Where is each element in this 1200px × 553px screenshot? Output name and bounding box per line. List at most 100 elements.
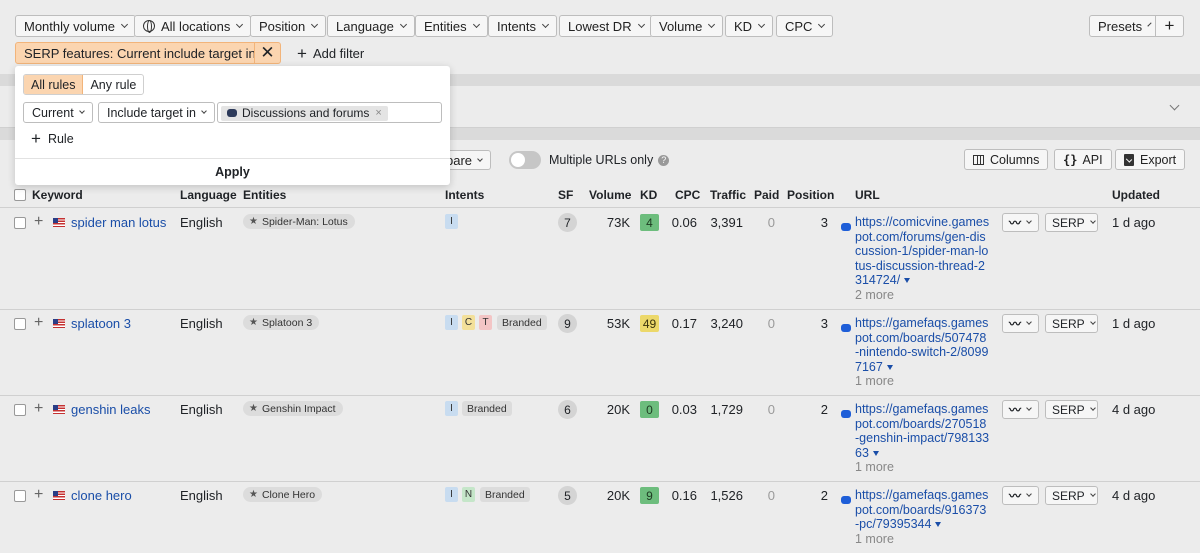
cpc-filter[interactable]: CPC — [776, 15, 834, 37]
volume-filter[interactable]: Volume — [650, 15, 724, 37]
more-urls-link[interactable]: 2 more — [855, 288, 894, 302]
serp-button[interactable]: SERP — [1045, 314, 1098, 333]
sf-badge[interactable]: 5 — [558, 486, 577, 505]
trend-button[interactable]: 〰 — [1002, 314, 1039, 333]
col-traffic[interactable]: Traffic — [710, 188, 746, 202]
table-header: Keyword Language Entities Intents SF Vol… — [0, 183, 1200, 208]
entity-chip[interactable]: ★ Splatoon 3 — [243, 315, 320, 330]
col-kd[interactable]: KD — [640, 188, 657, 202]
add-icon[interactable]: + — [34, 401, 43, 417]
presets-button[interactable]: Presets — [1089, 15, 1156, 37]
select-all-checkbox[interactable] — [14, 189, 26, 201]
keyword-link[interactable]: genshin leaks — [71, 402, 151, 417]
caret-down-icon[interactable] — [872, 450, 879, 456]
col-intents[interactable]: Intents — [445, 188, 484, 202]
entity-chip[interactable]: ★ Spider-Man: Lotus — [243, 214, 355, 229]
intents-filter[interactable]: Intents — [488, 15, 558, 37]
cpc-cell: 0.16 — [671, 488, 697, 503]
chevron-down-icon[interactable] — [1169, 100, 1180, 111]
paid-cell: 0 — [767, 215, 775, 230]
col-volume[interactable]: Volume — [589, 188, 631, 202]
entities-filter[interactable]: Entities — [415, 15, 488, 37]
sf-badge[interactable]: 9 — [558, 314, 577, 333]
add-preset-button[interactable]: + — [1155, 15, 1184, 37]
volume-cell: 20K — [606, 488, 630, 503]
trend-button[interactable]: 〰 — [1002, 486, 1039, 505]
keyword-link[interactable]: clone hero — [71, 488, 132, 503]
trend-button[interactable]: 〰 — [1002, 400, 1039, 419]
monthly-volume-dropdown[interactable]: Monthly volume — [15, 15, 137, 37]
multiple-urls-label: Multiple URLs only — [549, 153, 654, 167]
keyword-link[interactable]: splatoon 3 — [71, 316, 131, 331]
add-icon[interactable]: + — [34, 487, 43, 503]
chevron-down-icon — [1026, 491, 1032, 497]
export-button[interactable]: Export — [1115, 149, 1186, 170]
star-icon: ★ — [249, 403, 258, 414]
multiple-urls-toggle[interactable] — [509, 151, 541, 169]
caret-down-icon[interactable] — [904, 278, 911, 284]
col-keyword[interactable]: Keyword — [32, 188, 83, 202]
entity-chip[interactable]: ★ Genshin Impact — [243, 401, 343, 416]
trend-button[interactable]: 〰 — [1002, 213, 1039, 232]
lowest-dr-filter[interactable]: Lowest DR — [559, 15, 653, 37]
more-urls-link[interactable]: 1 more — [855, 374, 894, 388]
more-urls-link[interactable]: 1 more — [855, 460, 894, 474]
close-icon[interactable]: × — [375, 107, 381, 119]
col-sf[interactable]: SF — [558, 188, 573, 202]
row-checkbox[interactable] — [14, 404, 26, 416]
chevron-down-icon — [1026, 319, 1032, 325]
any-rule-option[interactable]: Any rule — [83, 75, 143, 94]
sf-badge[interactable]: 7 — [558, 213, 577, 232]
caret-down-icon[interactable] — [935, 522, 942, 528]
url-link[interactable]: https://gamefaqs.gamespot.com/boards/916… — [855, 488, 990, 532]
serp-feature-tag-input[interactable]: Discussions and forums × — [217, 102, 442, 123]
add-icon[interactable]: + — [34, 214, 43, 230]
col-language[interactable]: Language — [180, 188, 237, 202]
globe-icon — [143, 20, 155, 33]
add-icon[interactable]: + — [34, 315, 43, 331]
keyword-link[interactable]: spider man lotus — [71, 215, 166, 230]
col-url[interactable]: URL — [855, 188, 880, 202]
row-checkbox[interactable] — [14, 217, 26, 229]
close-icon[interactable]: ✕ — [254, 43, 280, 63]
locations-label: All locations — [161, 18, 231, 34]
us-flag-icon — [53, 319, 65, 328]
url-link[interactable]: https://gamefaqs.gamespot.com/boards/270… — [855, 402, 990, 460]
locations-dropdown[interactable]: All locations — [134, 15, 252, 37]
row-checkbox[interactable] — [14, 318, 26, 330]
sf-badge[interactable]: 6 — [558, 400, 577, 419]
col-entities[interactable]: Entities — [243, 188, 286, 202]
position-filter[interactable]: Position — [250, 15, 327, 37]
apply-button[interactable]: Apply — [15, 158, 450, 185]
add-rule-button[interactable]: + Rule — [31, 130, 74, 147]
col-updated[interactable]: Updated — [1112, 188, 1160, 202]
chevron-down-icon — [236, 20, 244, 29]
url-link[interactable]: https://gamefaqs.gamespot.com/boards/507… — [855, 316, 990, 374]
caret-down-icon[interactable] — [886, 364, 893, 370]
url-link[interactable]: https://comicvine.gamespot.com/forums/ge… — [855, 215, 990, 288]
active-serp-filter-chip[interactable]: SERP features: Current include target in… — [15, 42, 281, 64]
current-select[interactable]: Current — [23, 102, 93, 123]
add-filter-button[interactable]: + Add filter — [297, 45, 364, 62]
serp-button[interactable]: SERP — [1045, 486, 1098, 505]
cpc-cell: 0.06 — [671, 215, 697, 230]
col-paid[interactable]: Paid — [754, 188, 779, 202]
kd-badge: 4 — [640, 214, 659, 231]
columns-button[interactable]: Columns — [964, 149, 1049, 170]
col-cpc[interactable]: CPC — [675, 188, 700, 202]
entity-chip[interactable]: ★ Clone Hero — [243, 487, 323, 502]
all-rules-option[interactable]: All rules — [24, 75, 84, 94]
kd-filter[interactable]: KD — [725, 15, 774, 37]
serp-button[interactable]: SERP — [1045, 213, 1098, 232]
kd-badge: 49 — [640, 315, 659, 332]
api-button[interactable]: {} API — [1054, 149, 1112, 170]
include-target-select[interactable]: Include target in — [98, 102, 215, 123]
serp-button[interactable]: SERP — [1045, 400, 1098, 419]
chevron-down-icon — [1089, 218, 1096, 224]
row-checkbox[interactable] — [14, 490, 26, 502]
language-filter[interactable]: Language — [327, 15, 415, 37]
info-icon[interactable]: ? — [658, 154, 670, 166]
col-position[interactable]: Position — [787, 188, 834, 202]
more-urls-link[interactable]: 1 more — [855, 532, 894, 546]
chevron-down-icon — [637, 20, 645, 29]
